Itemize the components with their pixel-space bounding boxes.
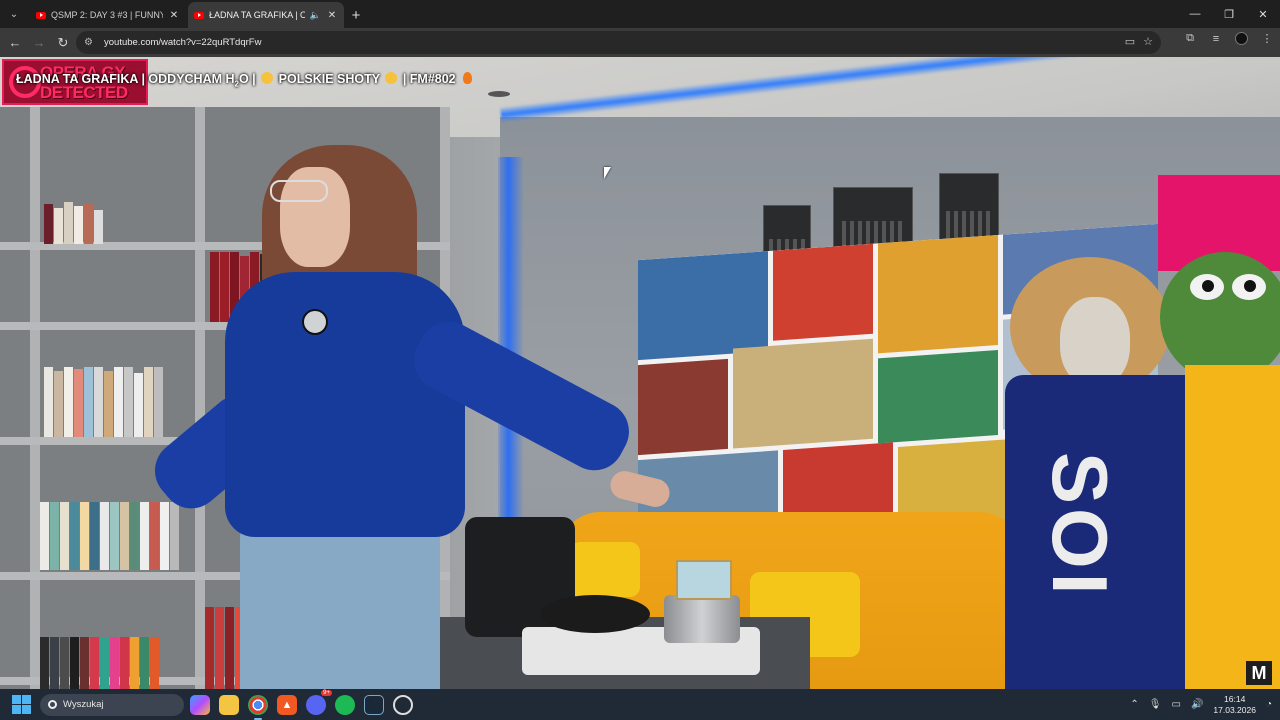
extensions-icon[interactable]: ⧉	[1183, 32, 1197, 45]
youtube-icon	[194, 11, 204, 19]
search-placeholder: Wyszukaj	[63, 699, 104, 710]
scene-yellow-blanket	[1185, 365, 1280, 689]
microphone-icon[interactable]: 🎙	[1149, 699, 1162, 710]
taskbar-apps: ▲ 9+	[190, 689, 413, 720]
file-explorer-icon[interactable]	[219, 694, 239, 715]
windows-start-icon[interactable]	[10, 694, 32, 716]
notifications-icon[interactable]: ◔	[1266, 699, 1272, 710]
system-tray: ⌃ 🎙 ▭ 🔊 16:14 17.03.2026 ◔	[1130, 689, 1272, 720]
app-icon[interactable]	[393, 694, 413, 715]
window-controls: — ❐ ✕	[1178, 0, 1280, 28]
browser-toolbar: ← → ↻ ⚙ youtube.com/watch?v=22quRTdqrFw …	[0, 28, 1280, 57]
tab-close-icon[interactable]: ✕	[168, 10, 180, 21]
restore-button[interactable]: ❐	[1212, 0, 1246, 28]
mouse-cursor-icon	[604, 167, 611, 179]
tab-search-chevron-icon[interactable]: ⌄	[0, 0, 28, 28]
profile-avatar[interactable]	[1235, 32, 1248, 45]
media-controls-icon[interactable]: ≡	[1209, 33, 1223, 45]
video-title[interactable]: ŁADNA TA GRAFIKA | ODDYCHAM H2O | POLSKI…	[16, 72, 473, 89]
toolbar-actions: ⧉ ≡ ⋮	[1183, 32, 1274, 45]
tab-qsmp[interactable]: QSMP 2: DAY 3 #3 | FUNNY MC ✕	[30, 2, 186, 28]
tab-ladna-ta-grafika[interactable]: ŁADNA TA GRAFIKA | ODDY 🔈 ✕	[188, 2, 344, 28]
lapel-mic	[302, 309, 328, 335]
scene-food-box	[676, 560, 732, 600]
new-tab-button[interactable]: +	[344, 2, 368, 28]
scene-ceiling-lamp	[488, 91, 510, 97]
close-window-button[interactable]: ✕	[1246, 0, 1280, 28]
tray-chevron-icon[interactable]: ⌃	[1130, 699, 1138, 710]
minimize-button[interactable]: —	[1178, 0, 1212, 28]
discord-icon[interactable]: 9+	[306, 689, 332, 715]
scene-frying-pan	[540, 595, 650, 633]
reload-button[interactable]: ↻	[51, 31, 75, 55]
search-icon	[48, 700, 57, 709]
speaker-icon[interactable]: 🔈	[310, 10, 321, 21]
streamer-hoodie	[225, 272, 465, 537]
windows-taskbar: Wyszukaj ▲ 9+ ⌃ 🎙 ▭ 🔊 16:14 17.03.2026 ◔	[0, 689, 1280, 720]
chrome-icon[interactable]	[248, 694, 268, 720]
laughing-emoji-icon	[385, 72, 398, 84]
video-player[interactable]: SOI OPERA GX DETECTED ŁADNA TA GRAFIKA |…	[0, 57, 1280, 689]
volume-icon[interactable]: 🔊	[1191, 699, 1203, 710]
address-bar[interactable]: ⚙ youtube.com/watch?v=22quRTdqrFw ▭ ☆	[76, 31, 1161, 54]
channel-watermark: M	[1246, 661, 1272, 685]
tab-title: ŁADNA TA GRAFIKA | ODDY	[209, 10, 305, 20]
spotify-icon[interactable]	[335, 694, 355, 715]
site-info-icon[interactable]: ⚙	[84, 37, 100, 48]
tab-title: QSMP 2: DAY 3 #3 | FUNNY MC	[51, 10, 163, 20]
network-icon[interactable]: ▭	[1172, 699, 1181, 710]
taskbar-clock[interactable]: 16:14 17.03.2026	[1213, 694, 1256, 716]
forward-button[interactable]: →	[27, 31, 51, 55]
url-text: youtube.com/watch?v=22quRTdqrFw	[104, 37, 262, 48]
scene-pot	[664, 595, 740, 643]
screen: ⌄ QSMP 2: DAY 3 #3 | FUNNY MC ✕ ŁADNA TA…	[0, 0, 1280, 720]
streamer-jeans	[240, 527, 440, 689]
blanket-lettering: SOI	[1036, 452, 1124, 599]
taskbar-search[interactable]: Wyszukaj	[40, 693, 184, 716]
streamer-glasses	[270, 180, 328, 202]
back-button[interactable]: ←	[3, 31, 27, 55]
fire-emoji-icon	[463, 72, 473, 84]
copilot-icon[interactable]	[190, 694, 210, 715]
cast-icon[interactable]: ▭	[1125, 35, 1135, 48]
scene-frog-plush	[1160, 252, 1280, 382]
steam-icon[interactable]	[364, 694, 384, 715]
brave-icon[interactable]: ▲	[277, 694, 297, 715]
menu-kebab-icon[interactable]: ⋮	[1260, 32, 1274, 45]
tab-close-icon[interactable]: ✕	[326, 10, 338, 21]
heart-eyes-emoji-icon	[261, 72, 274, 84]
youtube-icon	[36, 11, 46, 19]
scene-pillow	[570, 542, 640, 597]
bookmark-star-icon[interactable]: ☆	[1143, 35, 1153, 48]
browser-tab-strip: ⌄ QSMP 2: DAY 3 #3 | FUNNY MC ✕ ŁADNA TA…	[0, 0, 1280, 28]
omnibox-actions: ▭ ☆	[1125, 35, 1153, 48]
